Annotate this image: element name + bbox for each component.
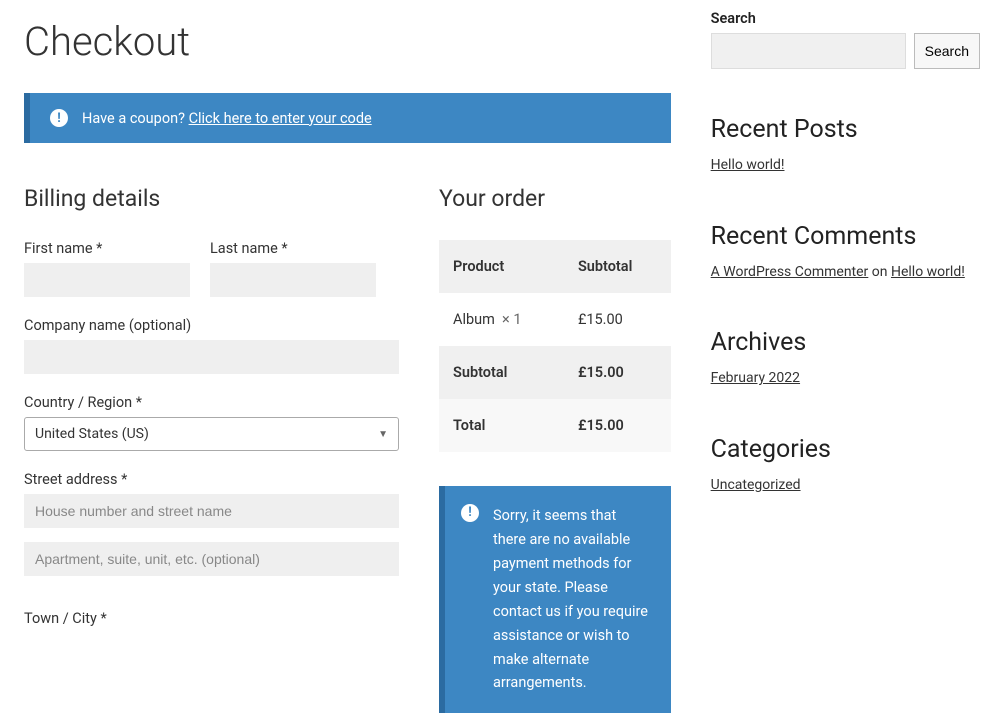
town-label: Town / City * — [24, 610, 399, 627]
country-selected: United States (US) — [35, 426, 149, 442]
country-select[interactable]: United States (US) ▼ — [24, 417, 399, 451]
payment-error-notice: ! Sorry, it seems that there are no avai… — [439, 486, 671, 713]
comment-author-link[interactable]: A WordPress Commenter — [711, 264, 869, 280]
street-label: Street address * — [24, 471, 399, 488]
subtotal-label: Subtotal — [439, 346, 564, 399]
comment-post-link[interactable]: Hello world! — [891, 264, 965, 280]
info-icon: ! — [461, 504, 479, 522]
recent-posts-heading: Recent Posts — [711, 115, 980, 144]
coupon-link[interactable]: Click here to enter your code — [189, 110, 372, 127]
street-line2-input[interactable] — [24, 542, 399, 576]
table-row: Album × 1 £15.00 — [439, 293, 671, 346]
chevron-down-icon: ▼ — [378, 429, 388, 440]
first-name-label: First name * — [24, 240, 190, 257]
first-name-input[interactable] — [24, 263, 190, 297]
coupon-notice-text: Have a coupon? Click here to enter your … — [82, 110, 372, 127]
search-button[interactable]: Search — [914, 33, 980, 69]
col-product: Product — [439, 240, 564, 293]
item-name: Album — [453, 311, 495, 328]
search-label: Search — [711, 10, 980, 27]
total-label: Total — [439, 399, 564, 452]
list-item: A WordPress Commenter on Hello world! — [711, 263, 980, 283]
recent-comments-heading: Recent Comments — [711, 222, 980, 251]
country-label: Country / Region * — [24, 394, 399, 411]
subtotal-value: £15.00 — [564, 346, 671, 399]
last-name-label: Last name * — [210, 240, 376, 257]
coupon-text: Have a coupon? — [82, 110, 189, 127]
payment-error-text: Sorry, it seems that there are no availa… — [493, 504, 651, 695]
col-subtotal: Subtotal — [564, 240, 671, 293]
coupon-notice: ! Have a coupon? Click here to enter you… — [24, 93, 671, 143]
info-icon: ! — [50, 109, 68, 127]
search-input[interactable] — [711, 33, 906, 69]
company-label: Company name (optional) — [24, 317, 399, 334]
total-value: £15.00 — [564, 399, 671, 452]
last-name-input[interactable] — [210, 263, 376, 297]
billing-heading: Billing details — [24, 185, 399, 212]
company-input[interactable] — [24, 340, 399, 374]
page-title: Checkout — [24, 18, 671, 65]
item-subtotal: £15.00 — [564, 293, 671, 346]
archive-link[interactable]: February 2022 — [711, 370, 800, 386]
recent-post-link[interactable]: Hello world! — [711, 157, 785, 173]
categories-heading: Categories — [711, 435, 980, 464]
archives-heading: Archives — [711, 328, 980, 357]
order-heading: Your order — [439, 185, 671, 212]
category-link[interactable]: Uncategorized — [711, 477, 801, 493]
comment-on-text: on — [868, 264, 891, 280]
order-table: Product Subtotal Album × 1 £15.00 — [439, 240, 671, 452]
street-line1-input[interactable] — [24, 494, 399, 528]
item-qty: × 1 — [502, 311, 521, 328]
